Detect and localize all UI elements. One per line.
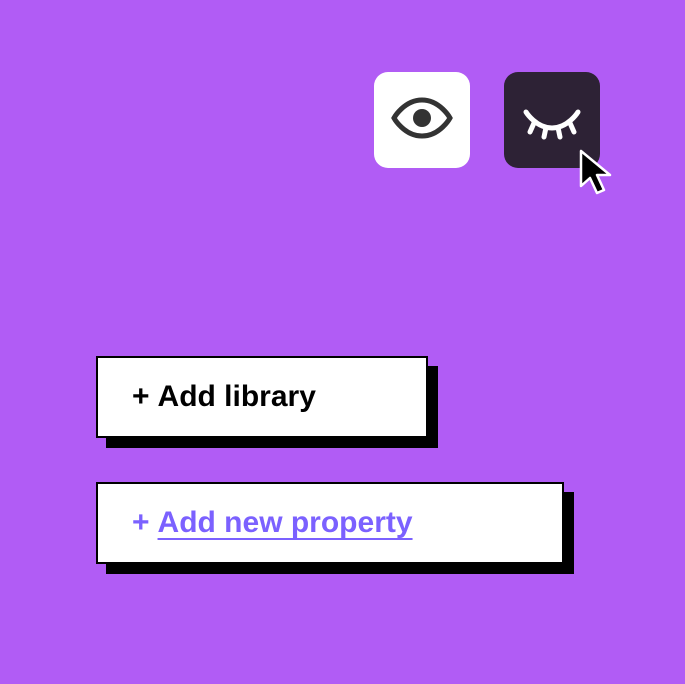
eye-open-icon xyxy=(390,86,454,155)
eye-closed-icon xyxy=(520,86,584,155)
add-library-button[interactable]: + Add library xyxy=(96,356,428,438)
add-library-label: Add library xyxy=(158,380,316,414)
plus-icon: + xyxy=(132,380,150,414)
visibility-hide-tile[interactable] xyxy=(504,72,600,168)
plus-icon: + xyxy=(132,506,150,540)
visibility-show-tile[interactable] xyxy=(374,72,470,168)
add-property-label: Add new property xyxy=(158,506,413,540)
add-property-button[interactable]: + Add new property xyxy=(96,482,564,564)
